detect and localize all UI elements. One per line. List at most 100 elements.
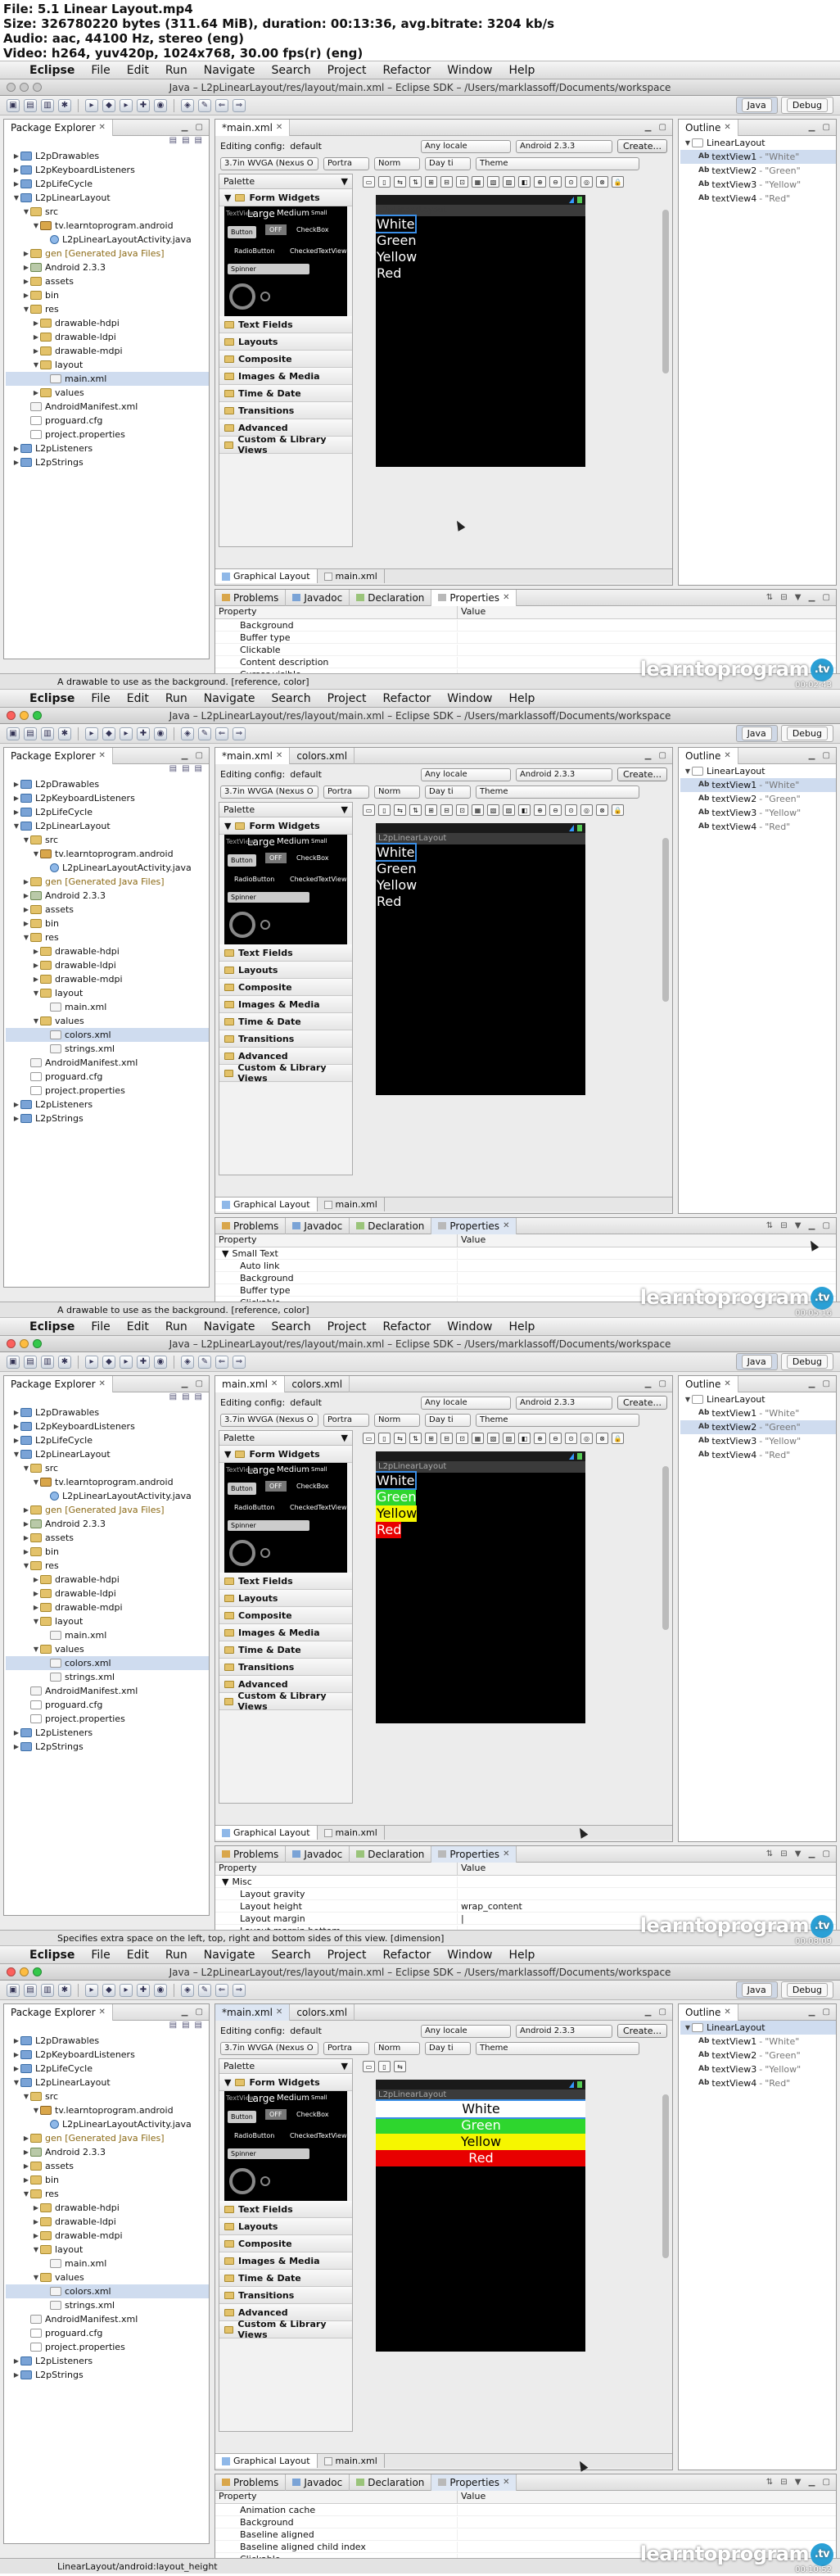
- minimize-maximize-icon[interactable]: ▁ ▢: [809, 2008, 833, 2017]
- toolbar-button-icon[interactable]: ◆: [102, 1983, 115, 1997]
- menu-search[interactable]: Search: [272, 1949, 311, 1962]
- collapsed-arrow-icon[interactable]: ▶: [12, 805, 20, 819]
- expanded-arrow-icon[interactable]: ▼: [22, 302, 30, 316]
- tree-item[interactable]: AndroidManifest.xml: [6, 2312, 209, 2326]
- tree-item[interactable]: ▶ Android 2.3.3: [6, 1517, 209, 1531]
- textview-green[interactable]: Green: [376, 1489, 417, 1505]
- toolbar-button-icon[interactable]: ✎: [198, 98, 211, 112]
- toolbar-button-icon[interactable]: ⇐: [215, 727, 228, 740]
- tree-item[interactable]: ▼ values: [6, 2270, 209, 2284]
- tree-item[interactable]: ▶ L2pDrawables: [6, 149, 209, 163]
- bottom-tab-javadoc[interactable]: Javadoc: [286, 1217, 350, 1234]
- widget-sample-small[interactable]: Small: [311, 1466, 327, 1473]
- menu-navigate[interactable]: Navigate: [204, 1320, 255, 1333]
- canvas-scrollbar[interactable]: [662, 1466, 669, 1630]
- canvas-scrollbar[interactable]: [662, 210, 669, 373]
- collapsed-arrow-icon[interactable]: ▶: [12, 1433, 20, 1447]
- property-row[interactable]: Auto link: [215, 1260, 836, 1272]
- bottom-tab-declaration[interactable]: Declaration: [350, 1217, 432, 1234]
- toolbar-button-icon[interactable]: ✚: [137, 1355, 150, 1369]
- menu-navigate[interactable]: Navigate: [204, 692, 255, 705]
- toolbar-button-icon[interactable]: ▥: [41, 1355, 54, 1369]
- widget-sample-checkbox[interactable]: CheckBox: [296, 226, 328, 233]
- textview-red[interactable]: Red: [376, 2150, 585, 2166]
- widget-sample-off[interactable]: OFF: [265, 853, 287, 863]
- toolbar-button-icon[interactable]: ✎: [198, 1355, 211, 1369]
- minimize-maximize-icon[interactable]: ▁ ▢: [182, 1379, 205, 1388]
- canvas-tool-icon[interactable]: ⇅: [409, 1433, 422, 1444]
- tree-item[interactable]: ▼ values: [6, 1642, 209, 1656]
- tree-item[interactable]: ▶ bin: [6, 1545, 209, 1559]
- canvas-tool-icon[interactable]: ⊖: [549, 1433, 562, 1444]
- tree-item[interactable]: ▶ L2pListeners: [6, 1098, 209, 1111]
- menu-file[interactable]: File: [91, 1320, 110, 1333]
- expanded-arrow-icon[interactable]: ▼: [22, 930, 30, 944]
- menu-navigate[interactable]: Navigate: [204, 1949, 255, 1962]
- orientation-select[interactable]: Portra: [323, 2041, 369, 2055]
- tree-item[interactable]: ▶ drawable-mdpi: [6, 2229, 209, 2243]
- toolbar-button-icon[interactable]: ▣: [7, 727, 20, 740]
- tree-item[interactable]: ▼ res: [6, 2187, 209, 2201]
- menu-run[interactable]: Run: [165, 692, 187, 705]
- tree-item[interactable]: ▶ drawable-ldpi: [6, 1587, 209, 1600]
- expanded-arrow-icon[interactable]: ▼: [32, 219, 40, 233]
- expanded-arrow-icon[interactable]: ▼: [12, 1447, 20, 1461]
- minimize-maximize-icon[interactable]: ▁ ▢: [645, 1379, 669, 1388]
- toolbar-button-icon[interactable]: ▤: [24, 98, 37, 112]
- toolbar-button-icon[interactable]: ▤: [24, 727, 37, 740]
- tree-item[interactable]: ▶ assets: [6, 2159, 209, 2173]
- canvas-tool-icon[interactable]: ⊙: [565, 804, 577, 816]
- collapsed-arrow-icon[interactable]: ▶: [32, 1573, 40, 1587]
- collapsed-arrow-icon[interactable]: ▶: [12, 163, 20, 177]
- theme-select[interactable]: Theme: [476, 2041, 639, 2055]
- toolbar-button-icon[interactable]: ◉: [154, 1355, 167, 1369]
- toolbar-button-icon[interactable]: ▸: [85, 1983, 98, 1997]
- expanded-arrow-icon[interactable]: ▼: [22, 1461, 30, 1475]
- link-editor-icon[interactable]: ▤: [182, 764, 189, 777]
- graphical-layout-tab[interactable]: Graphical Layout: [215, 569, 318, 583]
- tree-item[interactable]: ▶ L2pListeners: [6, 2354, 209, 2368]
- expanded-arrow-icon[interactable]: ▼: [32, 1614, 40, 1628]
- tree-item[interactable]: ▶ Android 2.3.3: [6, 2145, 209, 2159]
- xml-source-tab[interactable]: main.xml: [318, 2454, 385, 2468]
- property-row[interactable]: Animation cache: [215, 2504, 836, 2516]
- minimize-maximize-icon[interactable]: ▁ ▢: [645, 2008, 669, 2017]
- toolbar-button-icon[interactable]: ◆: [102, 1355, 115, 1369]
- property-value[interactable]: wrap_content: [458, 1901, 522, 1912]
- toolbar-button-icon[interactable]: ◈: [181, 727, 194, 740]
- outline-root[interactable]: ▼ LinearLayout: [680, 2021, 836, 2035]
- expanded-arrow-icon[interactable]: ▼: [32, 2243, 40, 2257]
- menu-window[interactable]: Window: [447, 64, 492, 77]
- menu-window[interactable]: Window: [447, 1320, 492, 1333]
- toolbar-button-icon[interactable]: ▸: [85, 727, 98, 740]
- palette-category[interactable]: Time & Date: [219, 385, 352, 402]
- palette-category[interactable]: Layouts: [219, 1590, 352, 1607]
- canvas-scrollbar[interactable]: [662, 838, 669, 1002]
- textview-white[interactable]: White: [376, 2099, 585, 2119]
- night-mode-select[interactable]: Day ti: [425, 2041, 471, 2055]
- canvas-tool-icon[interactable]: ▨: [503, 176, 515, 188]
- outline-item[interactable]: Ab textView2- "Green": [680, 164, 836, 178]
- tree-item[interactable]: L2pLinearLayoutActivity.java: [6, 861, 209, 875]
- bottom-tab-declaration[interactable]: Declaration: [350, 1845, 432, 1863]
- dock-mode-select[interactable]: Norm: [374, 156, 420, 170]
- toolbar-button-icon[interactable]: ▸: [120, 98, 133, 112]
- tree-item[interactable]: ▶ L2pListeners: [6, 441, 209, 455]
- property-row[interactable]: Background: [215, 1272, 836, 1284]
- widget-sample-small[interactable]: Small: [311, 210, 327, 216]
- create-config-button[interactable]: Create...: [616, 767, 667, 781]
- menu-help[interactable]: Help: [508, 64, 535, 77]
- tree-item[interactable]: ▶ drawable-ldpi: [6, 2215, 209, 2229]
- expanded-arrow-icon[interactable]: ▼: [32, 1475, 40, 1489]
- dock-mode-select[interactable]: Norm: [374, 1413, 420, 1427]
- canvas-tool-icon[interactable]: ▧: [487, 804, 499, 816]
- collapsed-arrow-icon[interactable]: ▶: [22, 2173, 30, 2187]
- toolbar-button-icon[interactable]: ✱: [58, 1355, 71, 1369]
- textview-white[interactable]: White: [376, 843, 417, 862]
- toolbar-button-icon[interactable]: ✚: [137, 98, 150, 112]
- minimize-maximize-icon[interactable]: ▁ ▢: [182, 2008, 205, 2017]
- outline-item[interactable]: Ab textView4- "Red": [680, 2076, 836, 2090]
- close-icon[interactable]: ✕: [503, 593, 509, 602]
- canvas-tool-icon[interactable]: ⊟: [440, 176, 453, 188]
- palette-category-form-widgets[interactable]: ▼ Form Widgets: [219, 1446, 352, 1463]
